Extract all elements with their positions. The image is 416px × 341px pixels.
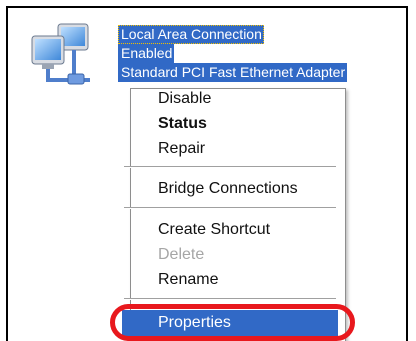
menu-separator [124, 207, 336, 209]
context-menu-items: Disable Status Repair Bridge Connections… [122, 80, 338, 341]
menu-separator [124, 298, 336, 300]
menu-separator [124, 166, 336, 168]
menu-item-disable[interactable]: Disable [122, 86, 338, 112]
menu-item-bridge-connections[interactable]: Bridge Connections [122, 176, 338, 202]
menu-item-delete: Delete [158, 246, 205, 263]
menu-item-properties[interactable]: Properties [122, 310, 338, 336]
connection-name: Local Area Connection [118, 25, 264, 44]
network-connection-icon[interactable] [28, 22, 98, 88]
menu-item-repair[interactable]: Repair [122, 136, 338, 162]
menu-item-create-shortcut[interactable]: Create Shortcut [122, 217, 338, 243]
menu-item-rename[interactable]: Rename [122, 267, 338, 293]
connection-label[interactable]: Local Area Connection Enabled Standard P… [118, 25, 406, 82]
connection-status: Enabled [118, 44, 175, 63]
menu-item-status[interactable]: Status [122, 111, 338, 137]
